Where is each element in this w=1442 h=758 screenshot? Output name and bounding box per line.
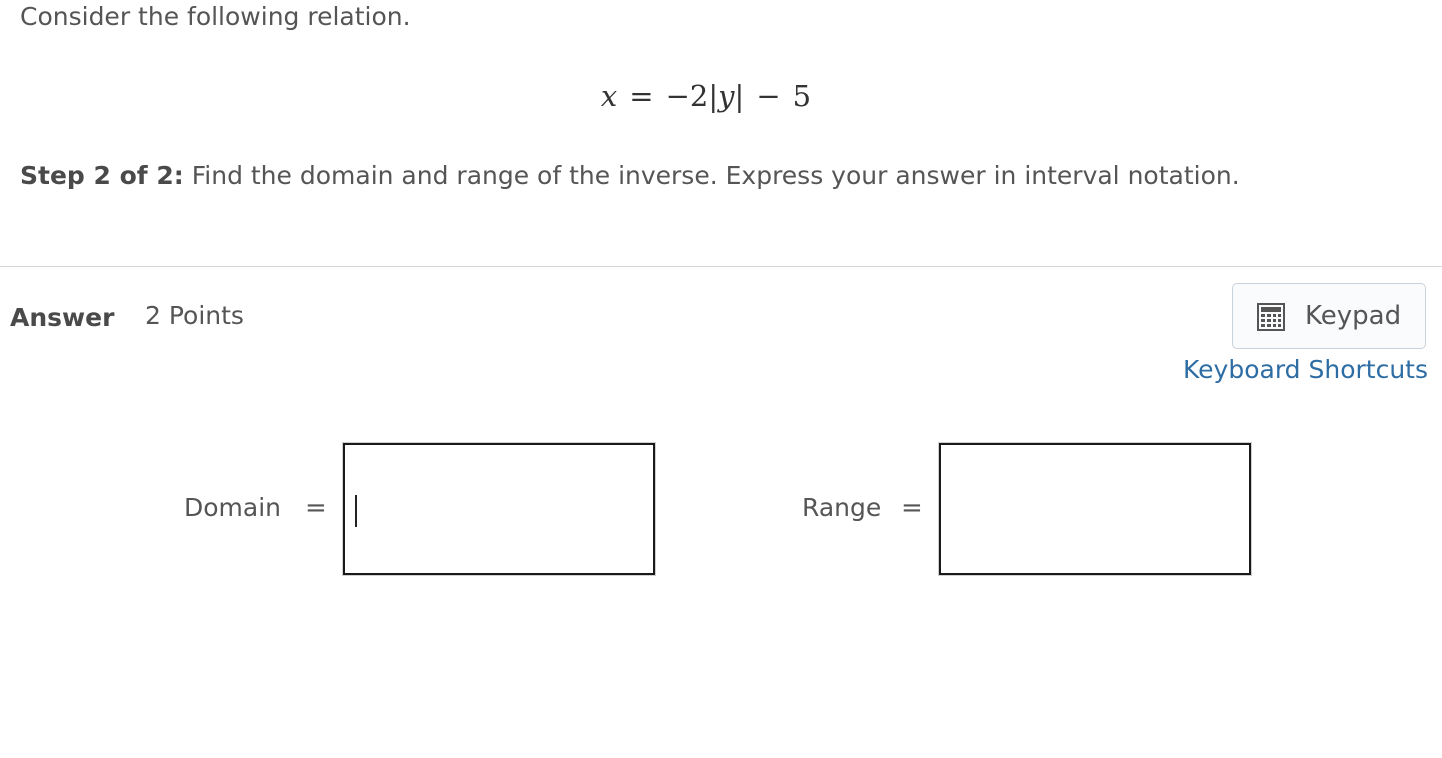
section-divider [0, 266, 1442, 267]
range-equals: = [901, 493, 923, 523]
equation-minus: − [665, 79, 690, 113]
keypad-button[interactable]: Keypad [1232, 283, 1426, 349]
equation-abs-open: | [708, 79, 719, 113]
keyboard-shortcuts-link[interactable]: Keyboard Shortcuts [1183, 352, 1428, 388]
equation-variable: y [718, 79, 735, 113]
step-instruction: Step 2 of 2: Find the domain and range o… [20, 158, 1240, 194]
keypad-label: Keypad [1305, 301, 1402, 331]
calculator-icon [1257, 303, 1285, 331]
step-label: Step 2 of 2: [20, 161, 184, 190]
question-intro: Consider the following relation. [20, 2, 411, 31]
points-label: 2 Points [145, 301, 244, 330]
equation-lhs: x [600, 79, 618, 113]
step-text: Find the domain and range of the inverse… [183, 161, 1240, 190]
relation-equation: x = −2|y| −5 [0, 76, 1412, 116]
equation-coefficient: 2 [689, 79, 709, 113]
equation-abs-close: | [734, 79, 745, 113]
equation-constant: 5 [792, 79, 812, 113]
domain-input[interactable] [342, 442, 656, 576]
range-input[interactable] [938, 442, 1252, 576]
text-cursor [355, 495, 357, 527]
range-label: Range [802, 493, 882, 522]
domain-label: Domain [184, 493, 282, 522]
equation-equals: = [629, 79, 654, 113]
answer-label: Answer [10, 303, 115, 332]
equation-minus-2: − [756, 79, 781, 113]
domain-equals: = [305, 493, 327, 523]
